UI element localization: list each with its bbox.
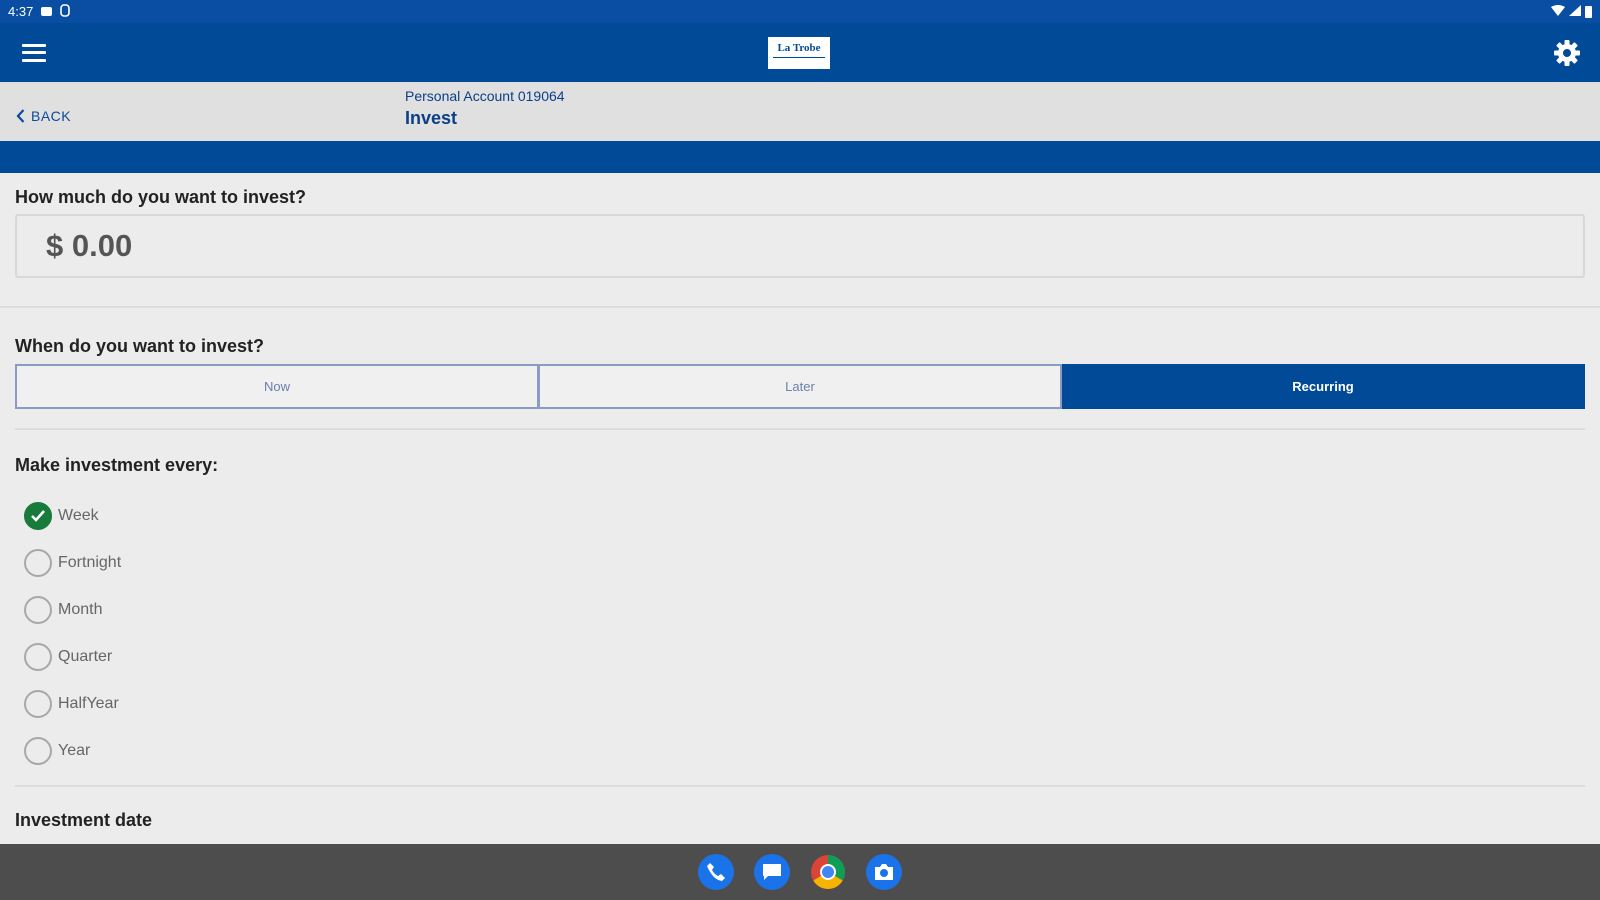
divider — [15, 785, 1585, 787]
status-time: 4:37 — [8, 4, 34, 19]
timing-question: When do you want to invest? — [15, 336, 264, 356]
divider — [0, 306, 1600, 308]
radio-circle[interactable] — [24, 595, 52, 624]
dock — [0, 844, 1600, 900]
investment-date-label: Investment date — [15, 810, 153, 830]
amount-question: How much do you want to invest? — [15, 187, 307, 207]
menu-icon[interactable] — [22, 43, 46, 62]
radio-label: Month — [58, 600, 103, 618]
phone-icon[interactable] — [698, 854, 734, 890]
radio-label: Week — [58, 506, 99, 524]
timing-option-now[interactable]: Now — [15, 364, 539, 409]
radio-circle[interactable] — [24, 548, 52, 577]
frequency-option-fortnight[interactable]: Fortnight — [24, 539, 121, 586]
messages-icon[interactable] — [754, 854, 790, 890]
checkmark-icon[interactable] — [24, 501, 52, 530]
radio-label: HalfYear — [58, 694, 119, 712]
header-strip — [0, 141, 1600, 173]
radio-label: Quarter — [58, 647, 113, 665]
back-button[interactable]: BACK — [16, 108, 71, 124]
frequency-option-halfyear[interactable]: HalfYear — [24, 680, 121, 727]
logo: La Trobe — [768, 36, 830, 69]
back-label: BACK — [31, 108, 72, 124]
account-name: Personal Account 019064 — [405, 88, 565, 104]
frequency-radio-group: Week Fortnight Month Quarter HalfYear Ye… — [24, 492, 121, 774]
radio-circle[interactable] — [24, 736, 52, 765]
logo-text: La Trobe — [777, 42, 821, 54]
page-title: Invest — [405, 108, 458, 128]
notification-icon — [41, 7, 53, 16]
radio-circle[interactable] — [24, 642, 52, 671]
page-titles: Personal Account 019064 Invest — [405, 88, 565, 131]
timing-segmented-control: Now Later Recurring — [15, 364, 1585, 409]
frequency-option-quarter[interactable]: Quarter — [24, 633, 121, 680]
radio-label: Year — [58, 741, 91, 759]
chrome-icon[interactable] — [810, 854, 846, 890]
radio-label: Fortnight — [58, 553, 122, 571]
gear-icon[interactable] — [1552, 38, 1582, 68]
sub-header: BACK Personal Account 019064 Invest — [0, 82, 1600, 141]
timing-option-recurring[interactable]: Recurring — [1062, 364, 1585, 409]
camera-icon[interactable] — [866, 854, 902, 890]
frequency-option-week[interactable]: Week — [24, 492, 121, 539]
chevron-left-icon — [16, 109, 25, 123]
battery-icon — [1585, 5, 1592, 18]
frequency-option-year[interactable]: Year — [24, 727, 121, 774]
amount-input[interactable]: $ 0.00 — [15, 214, 1585, 278]
shield-icon — [60, 3, 71, 20]
logo-underline — [773, 57, 825, 63]
divider — [15, 428, 1585, 430]
frequency-question: Make investment every: — [15, 455, 219, 475]
wifi-icon — [1551, 4, 1565, 19]
status-bar: 4:37 — [0, 0, 1600, 23]
radio-circle[interactable] — [24, 689, 52, 718]
timing-option-later[interactable]: Later — [539, 364, 1062, 409]
frequency-option-month[interactable]: Month — [24, 586, 121, 633]
signal-icon — [1569, 4, 1581, 19]
app-bar: La Trobe — [0, 23, 1600, 82]
